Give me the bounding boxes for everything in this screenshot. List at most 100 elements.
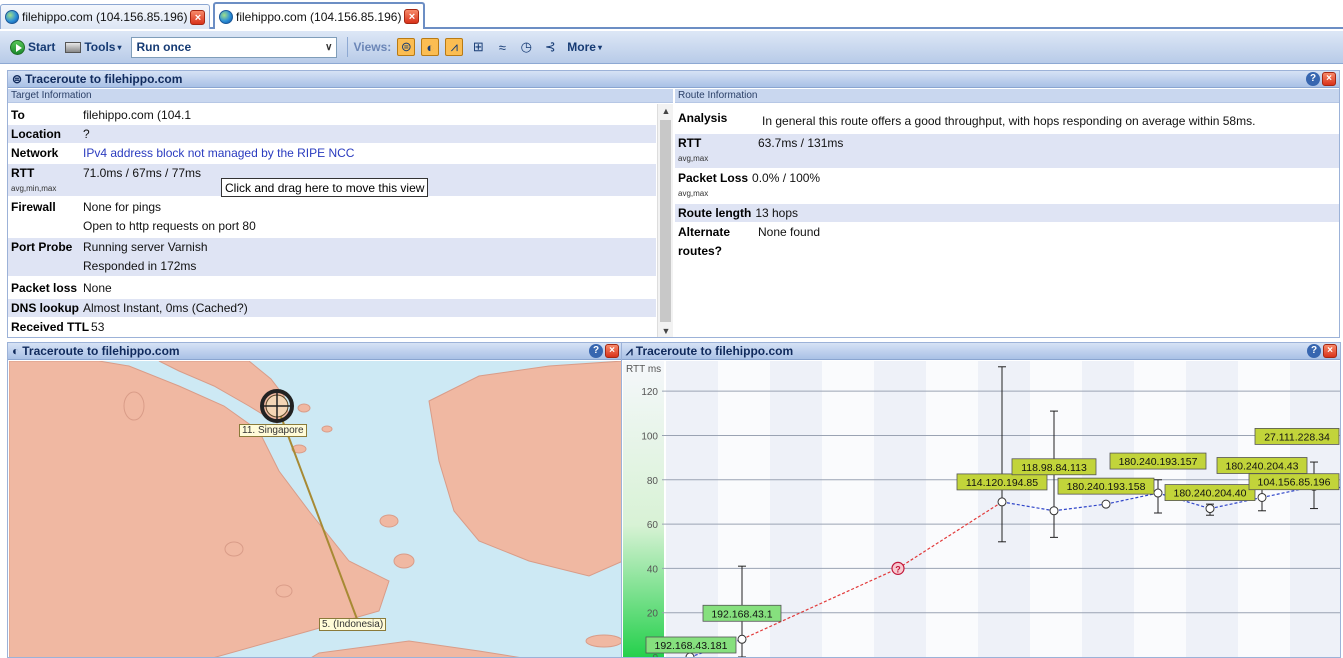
map-panel-title-bar[interactable]: ◐ Traceroute to filehippo.com ? × [8,343,622,360]
table-view-icon[interactable]: ⊞ [469,38,487,56]
route-length-label: Route length [678,206,752,220]
globe-icon [5,10,19,24]
location-label: Location [11,127,61,141]
scroll-up-icon[interactable]: ▲ [658,106,674,116]
start-button[interactable]: Start [10,39,56,55]
more-menu-button[interactable]: More ▾ [567,40,602,54]
packet-loss-value: None [83,281,112,295]
alternate-label-line-2: routes? [678,244,723,258]
target-location-row: Location ? [8,125,656,143]
tools-menu-button[interactable]: Tools ▾ [65,40,121,54]
chart-y-tick-label: 40 [647,564,659,575]
map-view-icon[interactable]: ◐ [421,38,440,56]
route-loss-label-text: Packet Loss [678,171,749,185]
start-label: Start [28,40,56,54]
target-info-header: Target Information [8,89,673,103]
ttl-label: Received TTL [11,320,90,334]
close-icon[interactable]: × [1323,344,1337,358]
rtt-chart[interactable]: RTT ms 20 40 60 80 100 120 0? 192.168.43.181 192.… [623,361,1341,658]
close-icon[interactable]: × [1322,72,1336,86]
target-loss-row: Packet loss None [8,279,656,298]
to-label: To [11,108,25,122]
network-link[interactable]: IPv4 address block not managed by the RI… [83,144,354,163]
probe-line-2: Responded in 172ms [83,259,197,273]
graph-panel-title-bar[interactable]: ⩘ Traceroute to filehippo.com ? × [622,343,1340,360]
close-icon[interactable]: × [605,344,619,358]
rtt-label: RTT avg,min,max [8,164,83,196]
target-dns-row: DNS lookup Almost Instant, 0ms (Cached?) [8,299,656,317]
panel-title: Traceroute to filehippo.com [25,72,183,86]
map-panel: ◐ Traceroute to filehippo.com ? × 11. Si… [7,342,623,658]
tab-filehippo-2[interactable]: filehippo.com (104.156.85.196) × [213,2,426,29]
chart-column-stripe [1238,361,1290,657]
timeline-view-icon[interactable]: ≈ [493,38,511,56]
chart-hop-label: 118.98.84.113 [1021,462,1087,474]
chart-hop-label: 180.240.193.158 [1067,481,1146,493]
target-to-row: To filehippo.com (104.1 [8,106,656,124]
analysis-value: In general this route offers a good thro… [762,114,1256,128]
route-rtt-value: 63.7ms / 131ms [758,136,844,150]
route-loss-value: 0.0% / 100% [752,171,821,185]
route-rtt-label-text: RTT [678,136,702,150]
help-icon[interactable]: ? [589,344,603,358]
land-island [379,514,399,528]
summary-panel-title-bar[interactable]: ⊜ Traceroute to filehippo.com ? × [8,71,1339,88]
tab-filehippo-1[interactable]: filehippo.com (104.156.85.196) × [0,4,211,29]
rtt-label-text: RTT [11,166,35,180]
chart-data-point [1153,488,1163,498]
close-tab-icon[interactable]: × [190,9,206,25]
to-value: filehippo.com (104.1 [83,108,192,122]
target-ttl-row: Received TTL 53 [8,318,656,337]
more-label: More [567,40,596,54]
target-scrollbar[interactable]: ▲ ▼ [657,104,674,337]
chart-data-point [997,497,1007,507]
land-island [585,634,622,648]
network-view-icon[interactable]: ⊰ [541,38,559,56]
chart-hop-label: 180.240.204.43 [1226,460,1299,472]
run-mode-value: Run once [136,40,192,54]
clock-view-icon[interactable]: ◷ [517,38,535,56]
help-icon[interactable]: ? [1306,72,1320,86]
route-analysis-row: Analysis In general this route offers a … [675,106,1339,134]
graph-view-icon[interactable]: ⩘ [445,38,464,56]
chart-hop-label: 192.168.43.181 [655,640,728,652]
globe-icon: ◐ [12,344,20,358]
map-label-singapore[interactable]: 11. Singapore [239,424,307,437]
land-island [224,541,244,557]
chart-y-tick-label: 100 [641,431,658,442]
target-probe-row: Port Probe Running server Varnish Respon… [8,238,656,276]
route-map[interactable]: 11. Singapore 5. (Indonesia) [9,361,623,658]
map-canvas[interactable] [9,361,623,658]
tab-label: filehippo.com (104.156.85.196) [236,9,402,24]
firewall-line-2: Open to http requests on port 80 [83,219,256,233]
chart-column-stripe [926,361,978,657]
chevron-down-icon: ▾ [597,42,602,52]
route-loss-sublabel: avg,max [678,189,709,198]
alternate-value: None found [758,225,821,239]
help-icon[interactable]: ? [1307,344,1321,358]
chart-hop-label: 180.240.204.40 [1174,488,1247,500]
scrollbar-thumb[interactable] [660,120,671,322]
toolbar: Start Tools ▾ Run once ∨ Views: ⊜ ◐ ⩘ ⊞ … [0,31,1343,64]
run-mode-select[interactable]: Run once ∨ [131,36,338,58]
chart-data-point [737,634,747,644]
chart-y-tick-label: 120 [641,387,658,398]
chart-column-stripe [822,361,874,657]
move-view-tooltip: Click and drag here to move this view [221,178,429,197]
chart-data-point [1257,492,1267,502]
chart-unknown-hop-mark: ? [895,564,901,574]
tab-bar: filehippo.com (104.156.85.196) × filehip… [0,0,1343,29]
summary-view-icon[interactable]: ⊜ [397,38,416,56]
scroll-down-icon[interactable]: ▼ [658,326,674,336]
chart-column-stripe [1134,361,1186,657]
route-length-row: Route length 13 hops [675,204,1339,222]
probe-label: Port Probe [11,240,73,254]
chart-y-tick-label: 0 [652,653,658,658]
map-label-indonesia[interactable]: 5. (Indonesia) [319,618,387,631]
land-island [321,425,333,433]
route-info-header: Route Information [675,89,1339,103]
land-island [275,584,293,598]
close-tab-icon[interactable]: × [404,9,420,24]
dns-label: DNS lookup [11,301,79,315]
alternate-label-line-1: Alternate [678,225,731,239]
